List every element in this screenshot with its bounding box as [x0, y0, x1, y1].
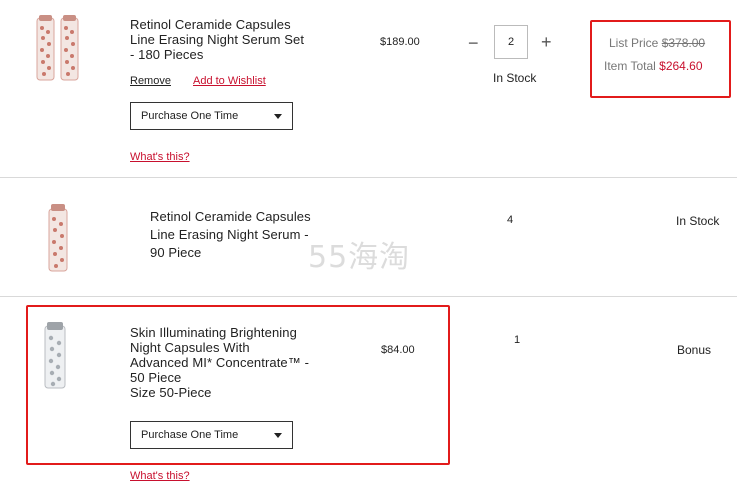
quantity-value: 1 — [514, 334, 521, 346]
stock-status: In Stock — [493, 71, 537, 85]
product-size: Size 50-Piece — [130, 385, 212, 400]
row-divider — [0, 296, 737, 297]
product-title-line: Retinol Ceramide Capsules — [150, 209, 311, 224]
bonus-status: Bonus — [677, 343, 712, 357]
product-title[interactable]: Skin Illuminating Brightening Night Caps… — [130, 325, 360, 400]
chevron-down-icon — [274, 433, 282, 438]
list-price-label: List Price — [609, 36, 659, 50]
watermark: 55海淘 — [308, 240, 411, 275]
minus-icon[interactable]: − — [468, 34, 479, 52]
unit-price: $189.00 — [380, 36, 420, 48]
product-image-illuminating-capsules[interactable] — [42, 322, 68, 390]
item-total-row: Item Total $264.60 — [604, 59, 703, 73]
list-price-row: List Price $378.00 — [609, 36, 705, 50]
whats-this-link[interactable]: What's this? — [130, 470, 190, 482]
chevron-down-icon — [274, 114, 282, 119]
purchase-option-select[interactable]: Purchase One Time — [130, 102, 293, 130]
quantity-value: 4 — [507, 214, 514, 226]
whats-this-link[interactable]: What's this? — [130, 151, 190, 163]
product-title-line: Line Erasing Night Serum Set — [130, 32, 305, 47]
product-title-line: Advanced MI* Concentrate™ - — [130, 355, 310, 370]
product-image-retinol-serum[interactable] — [46, 203, 70, 273]
product-title-line: - 180 Pieces — [130, 47, 204, 62]
product-title[interactable]: Retinol Ceramide Capsules Line Erasing N… — [130, 17, 360, 62]
quantity-input[interactable]: 2 — [494, 25, 528, 59]
product-title-line: 50 Piece — [130, 370, 182, 385]
add-to-wishlist-link[interactable]: Add to Wishlist — [193, 75, 266, 87]
item-total-value: $264.60 — [659, 59, 703, 73]
row-divider — [0, 177, 737, 178]
list-price-value: $378.00 — [661, 36, 706, 50]
product-title-line: Skin Illuminating Brightening — [130, 325, 297, 340]
purchase-option-value: Purchase One Time — [141, 110, 239, 122]
purchase-option-select[interactable]: Purchase One Time — [130, 421, 293, 449]
product-title-line: Night Capsules With — [130, 340, 250, 355]
remove-link[interactable]: Remove — [130, 75, 171, 87]
unit-price: $84.00 — [381, 344, 415, 356]
product-title-line: Retinol Ceramide Capsules — [130, 17, 291, 32]
item-total-label: Item Total — [604, 59, 656, 73]
purchase-option-value: Purchase One Time — [141, 429, 239, 441]
plus-icon[interactable]: + — [541, 33, 552, 51]
stock-status: In Stock — [676, 214, 720, 228]
product-image-retinol-set[interactable] — [34, 14, 82, 82]
